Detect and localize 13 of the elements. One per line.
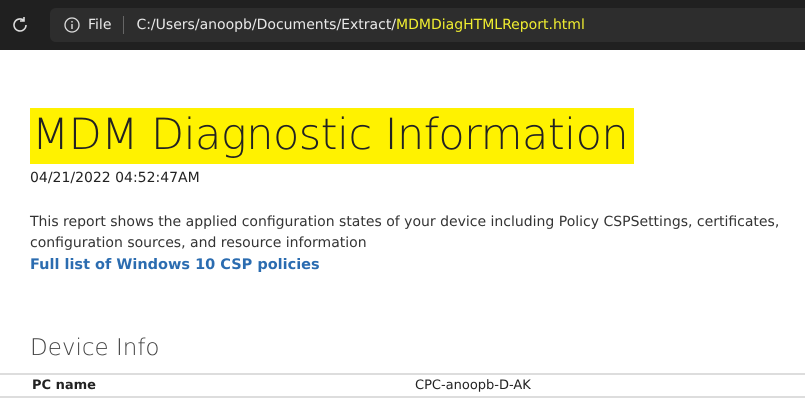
table-cell: CPC-anoopb-D-AK <box>415 374 805 397</box>
address-bar[interactable]: File C:/Users/anoopb/Documents/Extract/MDMDiagHTMLReport.html <box>50 8 805 42</box>
reload-icon[interactable] <box>10 15 30 35</box>
info-icon[interactable] <box>64 17 80 33</box>
table-cell: PC name <box>0 374 415 397</box>
address-file-name: MDMDiagHTMLReport.html <box>396 17 585 33</box>
site-info-label: File <box>88 17 112 33</box>
section-heading: Device Info <box>30 335 160 361</box>
report-timestamp: 04/21/2022 04:52:47AM <box>30 170 201 186</box>
csp-policies-link[interactable]: Full list of Windows 10 CSP policies <box>30 257 320 273</box>
address-path: C:/Users/anoopb/Documents/Extract/ <box>136 17 396 33</box>
report-title: MDM Diagnostic Information <box>30 108 634 164</box>
report-description: This report shows the applied configuration states of your device including Policy CSPSettings, certificates, configuration sources, and resource information <box>30 213 780 253</box>
